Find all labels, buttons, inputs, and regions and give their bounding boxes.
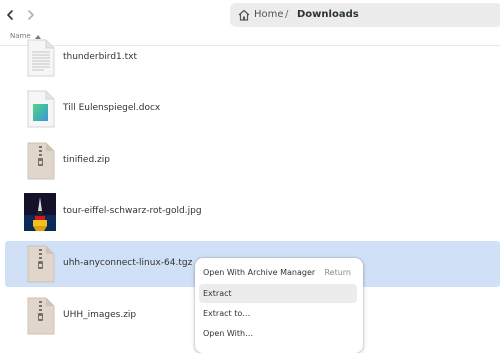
chevron-right-icon — [28, 10, 34, 20]
file-name: thunderbird1.txt — [63, 52, 138, 62]
path-separator: / — [285, 9, 289, 20]
menu-item-label: Open With… — [203, 329, 254, 338]
menu-item-label: Open With Archive Manager — [203, 268, 316, 277]
menu-item-label: Extract to… — [203, 309, 251, 318]
forward-button[interactable] — [21, 5, 41, 25]
menu-item-shortcut: Return — [324, 268, 351, 277]
image-thumbnail-icon — [24, 193, 56, 231]
archive-file-icon — [27, 297, 55, 335]
chevron-left-icon — [7, 10, 13, 20]
file-name: Till Eulenspiegel.docx — [63, 103, 161, 113]
archive-file-icon — [27, 245, 55, 283]
text-file-icon — [27, 39, 55, 77]
path-home-button[interactable]: Home — [254, 7, 284, 22]
file-name: UHH_images.zip — [63, 310, 137, 320]
file-row[interactable]: Till Eulenspiegel.docx — [5, 86, 500, 132]
file-name: tinified.zip — [63, 155, 110, 165]
menu-item-extract-to[interactable]: Extract to… — [199, 304, 357, 323]
file-name: uhh-anyconnect-linux-64.tgz — [63, 258, 193, 268]
file-row[interactable]: tour-eiffel-schwarz-rot-gold.jpg — [5, 189, 500, 235]
header-bar: Home / Downloads — [0, 0, 500, 29]
path-bar[interactable]: Home / Downloads — [230, 3, 500, 27]
archive-file-icon — [27, 142, 55, 180]
file-row[interactable]: tinified.zip — [5, 138, 500, 184]
menu-item-extract[interactable]: Extract — [199, 284, 357, 303]
menu-item-open-with-archive-manager[interactable]: Open With Archive Manager Return — [199, 263, 357, 282]
menu-item-open-with[interactable]: Open With… — [199, 324, 357, 343]
file-name: tour-eiffel-schwarz-rot-gold.jpg — [63, 206, 202, 216]
document-file-icon — [27, 90, 55, 128]
menu-item-label: Extract — [203, 289, 232, 298]
back-button[interactable] — [0, 5, 20, 25]
path-current-folder[interactable]: Downloads — [297, 7, 359, 22]
file-row[interactable]: thunderbird1.txt — [5, 35, 500, 81]
home-icon — [238, 9, 250, 21]
context-menu: Open With Archive Manager Return Extract… — [195, 258, 363, 353]
